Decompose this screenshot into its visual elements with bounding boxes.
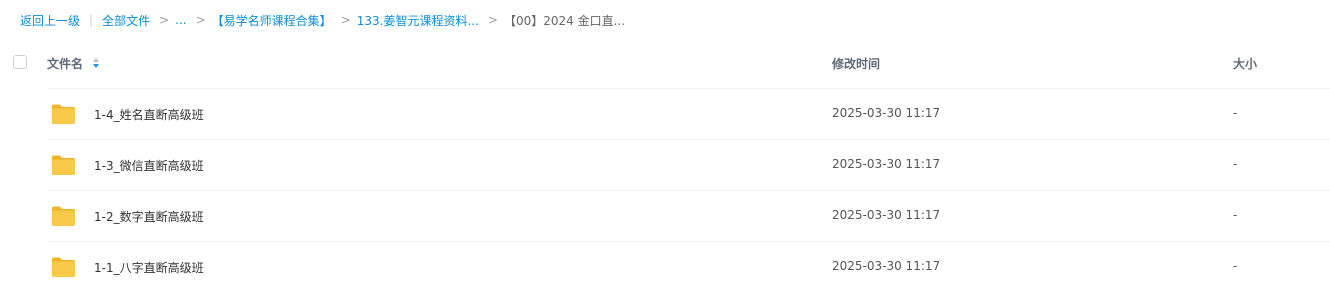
table-row[interactable]: 1-3_微信直断高级班 2025-03-30 11:17 - — [48, 139, 1330, 189]
file-size: - — [1233, 157, 1238, 171]
sort-icon[interactable] — [92, 57, 100, 69]
breadcrumb-folder-2[interactable]: 133.姜智元课程资料... — [357, 12, 479, 29]
folder-icon — [52, 257, 75, 277]
all-files-link[interactable]: 全部文件 — [102, 12, 150, 29]
modified-time: 2025-03-30 11:17 — [832, 259, 941, 273]
table-row[interactable]: 1-4_姓名直断高级班 2025-03-30 11:17 - — [48, 88, 1330, 138]
folder-icon — [52, 155, 75, 175]
breadcrumb-ellipsis[interactable]: ... — [175, 13, 186, 27]
file-size: - — [1233, 208, 1238, 222]
column-header-modified[interactable]: 修改时间 — [832, 55, 880, 72]
folder-icon — [52, 104, 75, 124]
table-row[interactable]: 1-1_八字直断高级班 2025-03-30 11:17 - — [48, 241, 1330, 291]
breadcrumb-separator: > — [159, 13, 170, 27]
back-link[interactable]: 返回上一级 — [20, 12, 80, 29]
column-header-size[interactable]: 大小 — [1233, 55, 1257, 72]
folder-icon — [52, 206, 75, 226]
breadcrumb-separator: > — [340, 13, 351, 27]
breadcrumb: 返回上一级 | 全部文件 > ... > 【易学名师课程合集】 > 133.姜智… — [20, 10, 625, 30]
breadcrumb-separator: > — [487, 13, 498, 27]
table-row[interactable]: 1-2_数字直断高级班 2025-03-30 11:17 - — [48, 190, 1330, 240]
file-name[interactable]: 1-1_八字直断高级班 — [94, 259, 204, 276]
breadcrumb-current: 【00】2024 金口直... — [503, 13, 626, 28]
file-size: - — [1233, 259, 1238, 273]
file-size: - — [1233, 106, 1238, 120]
breadcrumb-folder-1[interactable]: 【易学名师课程合集】 — [212, 12, 332, 29]
modified-time: 2025-03-30 11:17 — [832, 106, 941, 120]
select-all-checkbox[interactable] — [13, 55, 27, 69]
breadcrumb-divider: | — [89, 13, 94, 27]
column-header-name[interactable]: 文件名 — [47, 55, 83, 72]
file-name[interactable]: 1-2_数字直断高级班 — [94, 208, 204, 225]
file-name[interactable]: 1-4_姓名直断高级班 — [94, 106, 204, 123]
breadcrumb-separator: > — [195, 13, 206, 27]
file-name[interactable]: 1-3_微信直断高级班 — [94, 157, 204, 174]
modified-time: 2025-03-30 11:17 — [832, 208, 941, 222]
modified-time: 2025-03-30 11:17 — [832, 157, 941, 171]
table-header: 文件名 修改时间 大小 — [0, 46, 1330, 80]
